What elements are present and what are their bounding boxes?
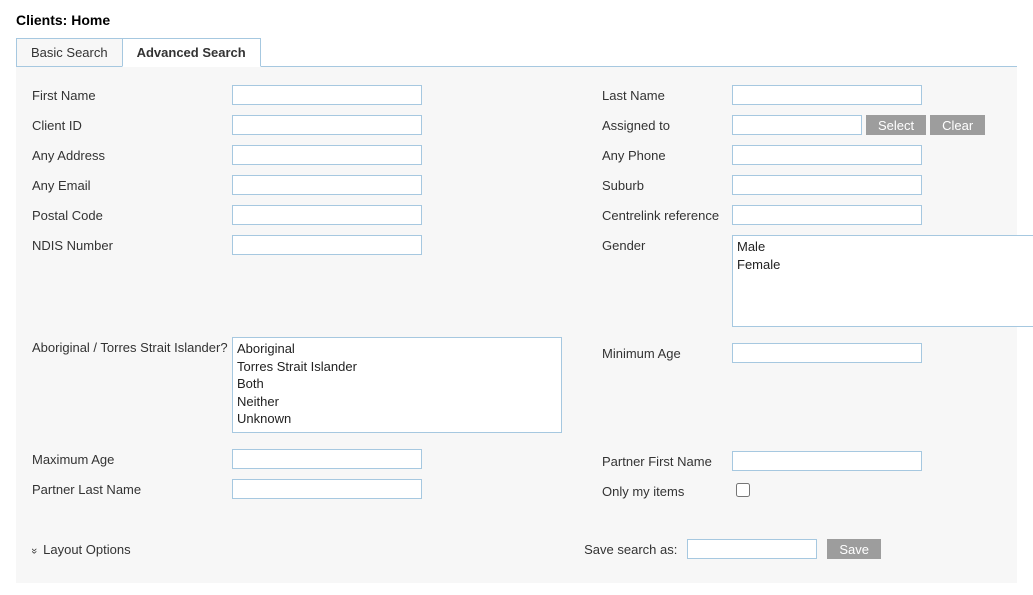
- partner-first-name-input[interactable]: [732, 451, 922, 471]
- label-gender: Gender: [602, 235, 732, 253]
- label-suburb: Suburb: [602, 175, 732, 193]
- label-postal-code: Postal Code: [32, 205, 232, 223]
- label-any-address: Any Address: [32, 145, 232, 163]
- atsi-option[interactable]: Aboriginal: [235, 340, 559, 358]
- partner-last-name-input[interactable]: [232, 479, 422, 499]
- ndis-number-input[interactable]: [232, 235, 422, 255]
- postal-code-input[interactable]: [232, 205, 422, 225]
- save-button[interactable]: Save: [827, 539, 881, 559]
- label-atsi: Aboriginal / Torres Strait Islander?: [32, 337, 232, 355]
- assigned-to-input[interactable]: [732, 115, 862, 135]
- atsi-listbox[interactable]: Aboriginal Torres Strait Islander Both N…: [232, 337, 562, 433]
- gender-option[interactable]: Male: [735, 238, 1033, 256]
- only-my-items-checkbox[interactable]: [736, 483, 750, 497]
- any-phone-input[interactable]: [732, 145, 922, 165]
- label-maximum-age: Maximum Age: [32, 449, 232, 467]
- atsi-option[interactable]: Both: [235, 375, 559, 393]
- form-right-col: Last Name Assigned to Select Clear Any P…: [602, 85, 1033, 511]
- layout-options-toggle[interactable]: » Layout Options: [32, 542, 131, 557]
- atsi-option[interactable]: Torres Strait Islander: [235, 358, 559, 376]
- label-only-my-items: Only my items: [602, 481, 732, 499]
- any-address-input[interactable]: [232, 145, 422, 165]
- centrelink-ref-input[interactable]: [732, 205, 922, 225]
- client-id-input[interactable]: [232, 115, 422, 135]
- last-name-input[interactable]: [732, 85, 922, 105]
- label-partner-last: Partner Last Name: [32, 479, 232, 497]
- clear-button[interactable]: Clear: [930, 115, 985, 135]
- label-partner-first: Partner First Name: [602, 451, 732, 469]
- chevron-down-icon: »: [28, 547, 39, 550]
- gender-listbox[interactable]: Male Female: [732, 235, 1033, 327]
- label-first-name: First Name: [32, 85, 232, 103]
- maximum-age-input[interactable]: [232, 449, 422, 469]
- minimum-age-input[interactable]: [732, 343, 922, 363]
- suburb-input[interactable]: [732, 175, 922, 195]
- page-title: Clients: Home: [16, 12, 1017, 28]
- select-button[interactable]: Select: [866, 115, 926, 135]
- save-search-label: Save search as:: [584, 542, 677, 557]
- form-left-col: First Name Client ID Any Address Any Ema…: [32, 85, 562, 511]
- tab-basic-search[interactable]: Basic Search: [16, 38, 123, 67]
- label-ndis-number: NDIS Number: [32, 235, 232, 253]
- search-panel: First Name Client ID Any Address Any Ema…: [16, 66, 1017, 583]
- label-minimum-age: Minimum Age: [602, 343, 732, 361]
- first-name-input[interactable]: [232, 85, 422, 105]
- label-client-id: Client ID: [32, 115, 232, 133]
- label-any-phone: Any Phone: [602, 145, 732, 163]
- label-assigned-to: Assigned to: [602, 115, 732, 133]
- save-search-input[interactable]: [687, 539, 817, 559]
- layout-options-label: Layout Options: [43, 542, 130, 557]
- any-email-input[interactable]: [232, 175, 422, 195]
- label-last-name: Last Name: [602, 85, 732, 103]
- gender-option[interactable]: Female: [735, 256, 1033, 274]
- tab-advanced-search[interactable]: Advanced Search: [122, 38, 261, 67]
- atsi-option[interactable]: Neither: [235, 393, 559, 411]
- atsi-option[interactable]: Unknown: [235, 410, 559, 428]
- tab-bar: Basic Search Advanced Search: [16, 38, 1017, 67]
- label-centrelink-ref: Centrelink reference: [602, 205, 732, 223]
- label-any-email: Any Email: [32, 175, 232, 193]
